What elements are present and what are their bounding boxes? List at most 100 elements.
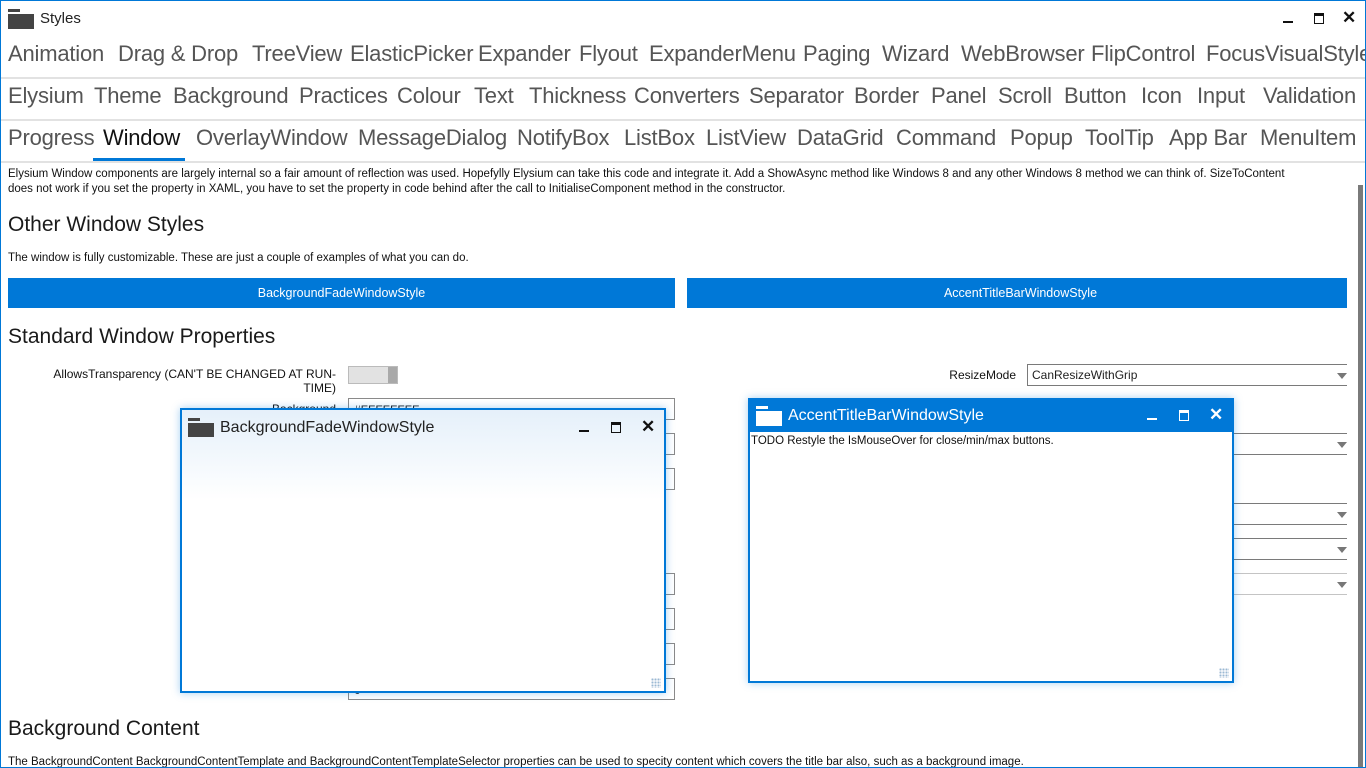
close-icon: ✕	[1342, 8, 1357, 27]
accent-minimize-button[interactable]	[1143, 406, 1163, 426]
minimize-icon	[1147, 418, 1157, 420]
tab-flyout[interactable]: Flyout	[579, 41, 638, 67]
app-title: Styles	[40, 10, 81, 27]
tab-webbrowser[interactable]: WebBrowser	[961, 41, 1085, 67]
tab-theme[interactable]: Theme	[94, 83, 162, 109]
chevron-down-icon	[1337, 442, 1347, 448]
tab-window[interactable]: Window	[103, 125, 180, 151]
tab-button[interactable]: Button	[1064, 83, 1127, 109]
tab-icon[interactable]: Icon	[1141, 83, 1182, 109]
tab-notifybox[interactable]: NotifyBox	[517, 125, 610, 151]
title-bar[interactable]: Styles ✕	[1, 1, 1365, 37]
main-window: Styles ✕ Animation Drag & Drop TreeView Ela…	[0, 0, 1366, 768]
tab-popup[interactable]: Popup	[1010, 125, 1073, 151]
accent-window-body-text: TODO Restyle the IsMouseOver for close/m…	[751, 435, 1054, 447]
tab-listbox[interactable]: ListBox	[624, 125, 695, 151]
folder-icon	[756, 406, 782, 426]
toggle-thumb	[388, 367, 397, 383]
resize-mode-label: ResizeMode	[949, 368, 1016, 382]
tab-flipcontrol[interactable]: FlipControl	[1091, 41, 1195, 67]
tab-row-3: Progress Window OverlayWindow MessageDialog…	[1, 121, 1365, 163]
resize-mode-value: CanResizeWithGrip	[1032, 368, 1138, 382]
maximize-icon	[1179, 410, 1189, 421]
chevron-down-icon	[1337, 582, 1347, 588]
accent-titlebar-style-button[interactable]: AccentTitleBarWindowStyle	[687, 278, 1354, 308]
tab-elysium[interactable]: Elysium	[8, 83, 84, 109]
tab-row-2: Elysium Theme Background Practices Colour Tex…	[1, 79, 1365, 121]
tab-colour[interactable]: Colour	[397, 83, 461, 109]
tab-panel[interactable]: Panel	[931, 83, 986, 109]
chevron-down-icon	[1337, 547, 1347, 553]
scrollbar-thumb[interactable]	[1358, 185, 1363, 767]
chevron-down-icon	[1337, 512, 1347, 518]
close-icon: ✕	[1209, 405, 1224, 424]
resize-mode-select[interactable]: CanResizeWithGrip	[1027, 364, 1354, 386]
tab-overlaywindow[interactable]: OverlayWindow	[196, 125, 348, 151]
tab-thickness[interactable]: Thickness	[529, 83, 626, 109]
background-fade-style-button[interactable]: BackgroundFadeWindowStyle	[8, 278, 675, 308]
tab-practices[interactable]: Practices	[299, 83, 388, 109]
close-button[interactable]: ✕	[1340, 8, 1360, 29]
fade-maximize-button[interactable]	[607, 418, 627, 438]
accent-titlebar-window[interactable]: AccentTitleBarWindowStyle ✕ TODO Restyle…	[748, 398, 1234, 683]
chevron-down-icon	[1337, 373, 1347, 379]
tab-focusvisualstyle[interactable]: FocusVisualStyle	[1206, 41, 1365, 67]
tab-expandermenu[interactable]: ExpanderMenu	[649, 41, 796, 67]
tab-separator[interactable]: Separator	[749, 83, 844, 109]
fade-minimize-button[interactable]	[575, 418, 595, 438]
background-fade-window[interactable]: BackgroundFadeWindowStyle ✕	[180, 408, 666, 693]
tab-expander[interactable]: Expander	[478, 41, 571, 67]
tab-treeview[interactable]: TreeView	[252, 41, 342, 67]
tab-wizard[interactable]: Wizard	[882, 41, 949, 67]
tab-border[interactable]: Border	[854, 83, 919, 109]
standard-props-heading: Standard Window Properties	[8, 325, 276, 348]
tab-app-bar[interactable]: App Bar	[1169, 125, 1247, 151]
accent-maximize-button[interactable]	[1175, 406, 1195, 426]
tab-elasticpicker[interactable]: ElasticPicker	[350, 41, 474, 67]
tab-datagrid[interactable]: DataGrid	[797, 125, 884, 151]
tab-command[interactable]: Command	[896, 125, 996, 151]
tab-progress[interactable]: Progress	[8, 125, 95, 151]
accent-close-button[interactable]: ✕	[1207, 405, 1227, 426]
intro-line-1: Elysium Window components are largely in…	[8, 168, 1285, 180]
allows-transparency-toggle[interactable]	[348, 366, 398, 384]
tab-text[interactable]: Text	[474, 83, 514, 109]
tab-background[interactable]: Background	[173, 83, 289, 109]
resize-grip[interactable]	[651, 678, 661, 688]
maximize-button[interactable]	[1310, 9, 1330, 29]
resize-grip[interactable]	[1219, 668, 1229, 678]
accent-window-title-bar[interactable]: AccentTitleBarWindowStyle ✕	[750, 400, 1232, 432]
tab-tooltip[interactable]: ToolTip	[1085, 125, 1154, 151]
fade-window-title-bar[interactable]: BackgroundFadeWindowStyle ✕	[182, 410, 664, 500]
other-styles-heading: Other Window Styles	[8, 213, 205, 236]
fade-close-button[interactable]: ✕	[639, 417, 659, 438]
tab-validation[interactable]: Validation	[1263, 83, 1356, 109]
minimize-button[interactable]	[1279, 9, 1299, 29]
background-content-description: The BackgroundContent BackgroundContentT…	[8, 756, 1024, 768]
fade-window-title: BackgroundFadeWindowStyle	[220, 419, 435, 436]
background-content-heading: Background Content	[8, 717, 200, 740]
active-tab-indicator	[93, 158, 185, 161]
vertical-scrollbar[interactable]	[1347, 163, 1365, 767]
maximize-icon	[611, 422, 621, 433]
other-styles-description: The window is fully customizable. These …	[8, 252, 469, 264]
tab-paging[interactable]: Paging	[803, 41, 871, 67]
allows-transparency-label: AllowsTransparency (CAN'T BE CHANGED AT …	[53, 367, 336, 395]
close-icon: ✕	[641, 417, 656, 436]
accent-window-title: AccentTitleBarWindowStyle	[788, 407, 984, 424]
tab-animation[interactable]: Animation	[8, 41, 104, 67]
tab-scroll[interactable]: Scroll	[998, 83, 1052, 109]
intro-text: Elysium Window components are largely in…	[8, 167, 1338, 197]
intro-line-2: does not work if you set the property in…	[8, 183, 786, 195]
minimize-icon	[1283, 21, 1293, 23]
tab-listview[interactable]: ListView	[706, 125, 786, 151]
minimize-icon	[579, 430, 589, 432]
tab-converters[interactable]: Converters	[634, 83, 740, 109]
tab-input[interactable]: Input	[1197, 83, 1245, 109]
maximize-icon	[1314, 13, 1324, 24]
folder-icon	[8, 9, 34, 29]
tab-menuitem[interactable]: MenuItem	[1260, 125, 1356, 151]
tab-drag-drop[interactable]: Drag & Drop	[118, 41, 238, 67]
tab-messagedialog[interactable]: MessageDialog	[358, 125, 507, 151]
folder-icon	[188, 418, 214, 437]
